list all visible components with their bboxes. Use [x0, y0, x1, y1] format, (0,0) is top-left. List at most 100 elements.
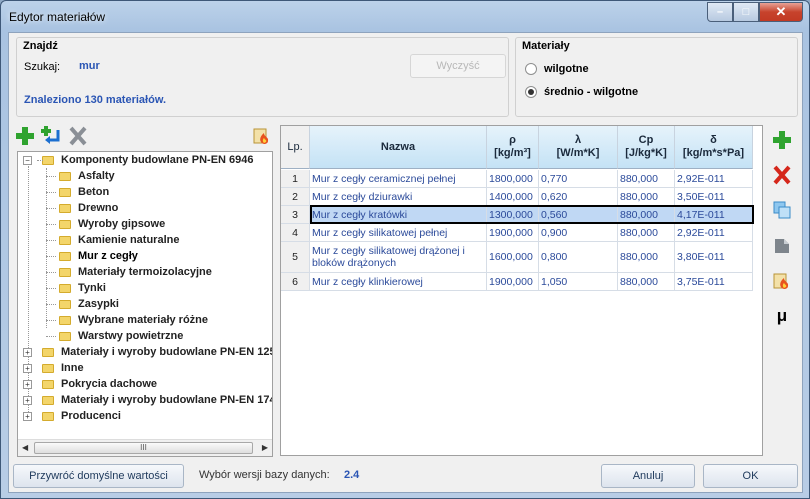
materials-table[interactable]: Lp. Nazwa ρ [kg/m³] λ [W/m*K] Cp [J/kg*K] δ…: [280, 125, 763, 456]
add-material-icon[interactable]: [771, 129, 793, 151]
tree-node-inne[interactable]: + Inne: [23, 360, 84, 376]
tree-node-label: Tynki: [78, 282, 106, 294]
expand-icon[interactable]: +: [23, 395, 32, 405]
add-icon[interactable]: [14, 125, 36, 147]
column-header-nazwa[interactable]: Nazwa: [310, 126, 487, 169]
clear-button[interactable]: Wyczyść: [410, 54, 506, 78]
expand-icon[interactable]: +: [23, 347, 32, 357]
mu-icon[interactable]: μ: [771, 305, 793, 327]
maximize-button[interactable]: □: [733, 2, 759, 22]
tree-node-rozne[interactable]: Wybrane materiały różne: [46, 312, 208, 328]
table-cell-cp[interactable]: 880,000: [618, 224, 675, 242]
tree-node-termoizolacyjne[interactable]: Materiały termoizolacyjne: [46, 264, 212, 280]
table-cell-nazwa[interactable]: Mur z cegły kratówki: [310, 206, 487, 224]
table-cell-lambda[interactable]: 0,800: [539, 242, 618, 273]
table-cell-rho[interactable]: 1600,000: [487, 242, 539, 273]
table-cell-cp[interactable]: 880,000: [618, 188, 675, 206]
tree-node-zasypki[interactable]: Zasypki: [46, 296, 119, 312]
minimize-button[interactable]: –: [707, 2, 733, 22]
table-cell-lambda[interactable]: 0,770: [539, 170, 618, 188]
table-cell-nazwa[interactable]: Mur z cegły silikatowej pełnej: [310, 224, 487, 242]
table-cell-delta[interactable]: 2,92E-011: [675, 224, 753, 242]
table-cell-delta[interactable]: 2,92E-011: [675, 170, 753, 188]
column-header-delta[interactable]: δ [kg/m*s*Pa]: [675, 126, 753, 169]
title-bar[interactable]: Edytor materiałów – □ ✕: [1, 1, 809, 31]
version-value[interactable]: 2.4: [344, 469, 359, 481]
restore-defaults-button[interactable]: Przywróć domyślne wartości: [13, 464, 184, 488]
collapse-icon[interactable]: −: [23, 155, 32, 165]
radio-srednio-wilgotne[interactable]: średnio - wilgotne: [525, 86, 638, 98]
table-cell-rho[interactable]: 1900,000: [487, 273, 539, 291]
table-cell-nazwa[interactable]: Mur z cegły ceramicznej pełnej: [310, 170, 487, 188]
radio-circle-selected[interactable]: [525, 86, 537, 98]
table-cell-rho[interactable]: 1300,000: [487, 206, 539, 224]
table-cell-delta[interactable]: 3,75E-011: [675, 273, 753, 291]
column-header-cp[interactable]: Cp [J/kg*K]: [618, 126, 675, 169]
material-category-tree[interactable]: − Komponenty budowlane PN-EN 6946 Asfalt…: [17, 151, 273, 457]
fire-icon[interactable]: [251, 125, 273, 147]
radio-label-wilgotne: wilgotne: [544, 63, 589, 75]
table-cell-cp[interactable]: 880,000: [618, 273, 675, 291]
table-cell-rho[interactable]: 1900,000: [487, 224, 539, 242]
table-cell-lambda[interactable]: 1,050: [539, 273, 618, 291]
table-cell-delta[interactable]: 3,50E-011: [675, 188, 753, 206]
fire-properties-icon[interactable]: [771, 270, 793, 292]
table-cell-nazwa[interactable]: Mur z cegły silikatowej drążonej i blokó…: [310, 242, 487, 273]
tree-node-label: Mur z cegły: [78, 250, 138, 262]
table-cell-delta[interactable]: 3,80E-011: [675, 242, 753, 273]
tree-node-warstwy-powietrzne[interactable]: Warstwy powietrzne: [46, 328, 183, 344]
tree-node-pn-en-174[interactable]: + Materiały i wyroby budowlane PN-EN 174: [23, 392, 272, 408]
tree-node-label: Zasypki: [78, 298, 119, 310]
table-cell-cp[interactable]: 880,000: [618, 242, 675, 273]
folder-icon: [42, 363, 54, 373]
expand-icon[interactable]: +: [23, 363, 32, 373]
table-cell-cp[interactable]: 880,000: [618, 170, 675, 188]
table-cell-lp[interactable]: 6: [281, 273, 310, 291]
table-cell-lp[interactable]: 5: [281, 242, 310, 273]
tree-node-drewno[interactable]: Drewno: [46, 200, 118, 216]
column-header-lp[interactable]: Lp.: [281, 126, 310, 169]
tree-node-komponenty[interactable]: − Komponenty budowlane PN-EN 6946: [23, 152, 254, 168]
ok-button[interactable]: OK: [703, 464, 798, 488]
table-cell-lambda[interactable]: 0,560: [539, 206, 618, 224]
scroll-left-arrow-icon[interactable]: ◀: [22, 443, 28, 452]
search-input[interactable]: mur: [79, 60, 100, 72]
table-cell-cp[interactable]: 880,000: [618, 206, 675, 224]
table-cell-nazwa[interactable]: Mur z cegły dziurawki: [310, 188, 487, 206]
radio-circle[interactable]: [525, 63, 537, 75]
delete-icon[interactable]: [67, 125, 89, 147]
copy-material-icon[interactable]: [771, 199, 793, 221]
table-cell-lp[interactable]: 4: [281, 224, 310, 242]
tree-node-pokrycia[interactable]: + Pokrycia dachowe: [23, 376, 157, 392]
table-cell-lp[interactable]: 2: [281, 188, 310, 206]
tree-node-tynki[interactable]: Tynki: [46, 280, 106, 296]
tree-node-asfalty[interactable]: Asfalty: [46, 168, 115, 184]
scroll-right-arrow-icon[interactable]: ▶: [262, 443, 268, 452]
table-cell-rho[interactable]: 1800,000: [487, 170, 539, 188]
radio-wilgotne[interactable]: wilgotne: [525, 63, 589, 75]
tree-node-mur-z-cegly-selected[interactable]: Mur z cegły: [46, 248, 138, 264]
tree-horizontal-scrollbar[interactable]: ◀ III ▶: [18, 439, 272, 456]
import-icon[interactable]: [40, 125, 62, 147]
tree-node-pn-en-125[interactable]: + Materiały i wyroby budowlane PN-EN 125: [23, 344, 272, 360]
table-cell-lambda[interactable]: 0,900: [539, 224, 618, 242]
table-cell-rho[interactable]: 1400,000: [487, 188, 539, 206]
table-cell-lp[interactable]: 1: [281, 170, 310, 188]
table-cell-lambda[interactable]: 0,620: [539, 188, 618, 206]
table-cell-nazwa[interactable]: Mur z cegły klinkierowej: [310, 273, 487, 291]
column-header-lambda[interactable]: λ [W/m*K]: [539, 126, 618, 169]
tree-node-kamienie[interactable]: Kamienie naturalne: [46, 232, 179, 248]
expand-icon[interactable]: +: [23, 379, 32, 389]
table-cell-delta[interactable]: 4,17E-011: [675, 206, 753, 224]
tree-node-beton[interactable]: Beton: [46, 184, 109, 200]
column-header-rho[interactable]: ρ [kg/m³]: [487, 126, 539, 169]
tree-node-wyroby-gipsowe[interactable]: Wyroby gipsowe: [46, 216, 165, 232]
cancel-button[interactable]: Anuluj: [601, 464, 695, 488]
delete-material-icon[interactable]: [771, 164, 793, 186]
table-cell-lp[interactable]: 3: [281, 206, 310, 224]
expand-icon[interactable]: +: [23, 411, 32, 421]
scrollbar-thumb[interactable]: III: [34, 442, 253, 454]
edit-material-icon[interactable]: [771, 234, 793, 256]
close-button[interactable]: ✕: [759, 2, 803, 22]
tree-node-producenci[interactable]: + Producenci: [23, 408, 121, 424]
